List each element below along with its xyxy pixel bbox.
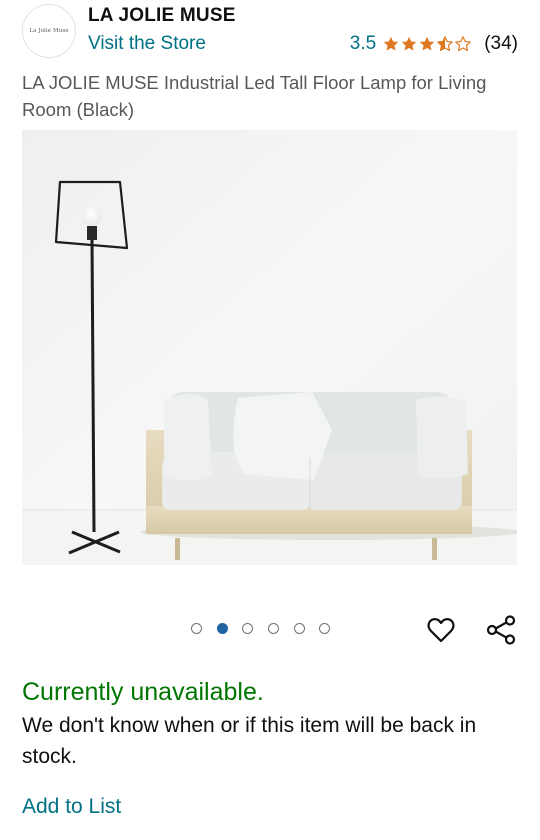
pagination-dot[interactable] (268, 622, 280, 634)
heart-icon (427, 617, 455, 643)
add-to-list-link[interactable]: Add to List (22, 795, 121, 819)
product-title: LA JOLIE MUSE Industrial Led Tall Floor … (22, 72, 487, 120)
product-image[interactable] (22, 130, 517, 565)
store-header: La Jolie Muse LA JOLIE MUSE Visit the St… (0, 0, 540, 64)
product-photo (22, 130, 517, 565)
pagination-dot[interactable] (293, 622, 305, 634)
star-half-icon (437, 36, 454, 52)
pagination-dot[interactable] (216, 622, 228, 634)
rating-count: (34) (484, 33, 518, 54)
share-icon (486, 615, 516, 645)
pagination-dot[interactable] (242, 622, 254, 634)
availability-message: We don't know when or if this item will … (22, 714, 477, 768)
share-button[interactable] (484, 613, 518, 647)
rating-score: 3.5 (349, 33, 377, 54)
visit-store-link[interactable]: Visit the Store (88, 33, 206, 55)
store-logo[interactable]: La Jolie Muse (22, 4, 76, 58)
star-empty-icon (455, 36, 472, 52)
star-full-icon (384, 36, 399, 51)
wishlist-button[interactable] (424, 613, 458, 647)
store-name[interactable]: LA JOLIE MUSE (88, 5, 236, 27)
star-full-icon (402, 36, 417, 51)
availability-status: Currently unavailable. (22, 678, 264, 706)
pagination-dot[interactable] (319, 622, 331, 634)
rating-summary[interactable]: 3.5 (34) (350, 33, 518, 55)
star-full-icon (420, 36, 435, 51)
star-rating (382, 35, 472, 53)
pagination-dot[interactable] (191, 622, 202, 634)
image-pagination (191, 620, 345, 636)
